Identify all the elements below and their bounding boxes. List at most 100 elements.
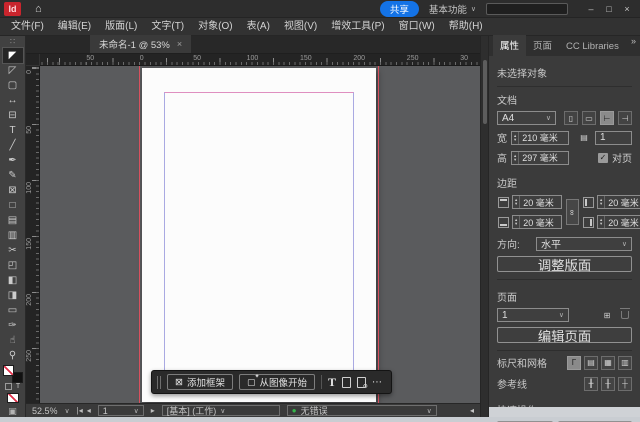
binding-ltr-icon[interactable]: ⊢ xyxy=(600,111,614,125)
smart-guides-icon[interactable]: ┼ xyxy=(618,376,632,391)
show-guides-icon[interactable]: ╂ xyxy=(584,376,598,391)
width-field[interactable]: ▴ ▾ 210 毫米 xyxy=(511,130,569,145)
workspace-switcher[interactable]: 基本功能 ∨ xyxy=(429,2,476,16)
vertical-ruler[interactable]: 0 50 100 150 200 250 xyxy=(26,66,40,403)
margin-bottom-field[interactable]: ▴ ▾ 20 毫米 xyxy=(512,215,562,229)
document-page[interactable] xyxy=(139,66,379,403)
drag-grip-icon[interactable] xyxy=(157,375,161,389)
page-tool[interactable]: ▢ xyxy=(3,78,23,93)
menu-item[interactable]: 编辑(E) xyxy=(51,18,98,36)
zoom-chevron-icon[interactable]: ∨ xyxy=(65,407,70,415)
tab-properties[interactable]: 属性 xyxy=(493,35,527,56)
new-page-button[interactable] xyxy=(342,376,352,388)
tab-pages[interactable]: 页面 xyxy=(526,35,559,56)
search-input[interactable] xyxy=(486,2,568,15)
prev-page-button[interactable]: ◂ xyxy=(87,406,91,415)
line-tool[interactable]: ╱ xyxy=(3,138,23,153)
facing-pages-checkbox[interactable]: ✓ xyxy=(598,152,608,163)
preflight-profile[interactable]: [基本] (工作) ∨ xyxy=(161,405,280,416)
h-scroll-left-icon[interactable]: ◂ xyxy=(470,406,474,415)
gradient-feather-tool[interactable]: ◨ xyxy=(3,288,23,303)
menu-item[interactable]: 表(A) xyxy=(240,18,277,36)
menu-item[interactable]: 帮助(H) xyxy=(442,18,490,36)
tools-collapse-icon[interactable]: ∷ xyxy=(10,36,15,48)
first-page-button[interactable]: |◂ xyxy=(77,406,83,415)
screen-mode-icon[interactable]: ▣ xyxy=(8,406,17,417)
menu-item[interactable]: 文字(T) xyxy=(144,18,191,36)
margin-top-field[interactable]: ▴ ▾ 20 毫米 xyxy=(512,195,562,209)
next-page-button[interactable]: ▸ xyxy=(151,406,155,415)
margin-outside-field[interactable]: ▴ ▾ 20 毫米 xyxy=(597,215,640,229)
menu-item[interactable]: 文件(F) xyxy=(4,18,51,36)
maximize-button[interactable]: □ xyxy=(600,2,618,16)
document-settings-button[interactable]: ⚙ xyxy=(357,376,368,390)
hand-tool[interactable]: ☝ xyxy=(3,333,23,348)
ruler-corner[interactable] xyxy=(26,54,40,66)
minimize-button[interactable]: – xyxy=(582,2,600,16)
orientation-landscape-icon[interactable]: ▭ xyxy=(582,111,596,125)
more-options-button[interactable]: ⋯ xyxy=(372,377,383,388)
zoom-level[interactable]: 52.5% xyxy=(32,406,58,416)
tab-cc-libraries[interactable]: CC Libraries xyxy=(559,38,626,56)
pencil-tool[interactable]: ✎ xyxy=(3,168,23,183)
document-grid-icon[interactable]: ▦ xyxy=(601,355,615,370)
formatting-affects-text-icon[interactable]: T xyxy=(16,383,20,390)
type-tool[interactable]: T xyxy=(3,123,23,138)
menu-item[interactable]: 增效工具(P) xyxy=(324,18,391,36)
rectangle-tool[interactable]: □ xyxy=(3,198,23,213)
edit-pages-button[interactable]: 编辑页面 xyxy=(497,327,632,344)
frame-tool[interactable]: ⊠ xyxy=(3,183,23,198)
binding-rtl-icon[interactable]: ⊣ xyxy=(618,111,632,125)
gradient-tool[interactable]: ◧ xyxy=(3,273,23,288)
preflight-status[interactable]: ● 无错误 ∨ xyxy=(286,405,437,416)
adjust-layout-button[interactable]: 调整版面 xyxy=(497,256,632,273)
horizontal-grid-tool[interactable]: ▤ xyxy=(3,213,23,228)
scrollbar-thumb[interactable] xyxy=(483,60,487,124)
add-frame-button[interactable]: ⊠ 添加框架 xyxy=(167,374,233,390)
panel-collapse-icon[interactable]: » xyxy=(631,36,636,46)
link-margins-icon[interactable]: ∞ xyxy=(565,199,579,225)
content-collector-tool[interactable]: ⊟ xyxy=(3,108,23,123)
gap-tool[interactable]: ↔ xyxy=(3,93,23,108)
scissors-tool[interactable]: ✂ xyxy=(3,243,23,258)
document-tab[interactable]: 未命名-1 @ 53% × xyxy=(90,35,192,53)
type-tool-button[interactable]: T xyxy=(328,375,336,390)
margin-inside-field[interactable]: ▴ ▾ 20 毫米 xyxy=(597,195,640,209)
direction-select[interactable]: 水平 ∨ xyxy=(536,236,632,251)
lock-guides-icon[interactable]: ╫ xyxy=(601,376,615,391)
baseline-grid-icon[interactable]: ▤ xyxy=(584,355,598,370)
horizontal-ruler[interactable]: 05005010015020025030 xyxy=(40,54,480,66)
height-field[interactable]: ▴ ▾ 297 毫米 xyxy=(511,150,569,165)
add-page-icon[interactable]: ⊞ xyxy=(600,308,614,322)
show-rulers-icon[interactable]: Γ xyxy=(567,355,581,370)
vertical-scrollbar[interactable] xyxy=(480,36,488,417)
page-count-field[interactable]: 1 xyxy=(595,130,632,145)
close-button[interactable]: × xyxy=(618,2,636,16)
page-number-field[interactable]: 1 ∨ xyxy=(97,405,144,416)
free-transform-tool[interactable]: ◰ xyxy=(3,258,23,273)
note-tool[interactable]: ▭ xyxy=(3,303,23,318)
orientation-portrait-icon[interactable]: ▯ xyxy=(564,111,578,125)
current-page-select[interactable]: 1 ∨ xyxy=(497,308,569,322)
fill-swatch-none[interactable] xyxy=(2,365,14,376)
home-icon[interactable]: ⌂ xyxy=(35,3,42,15)
menu-item[interactable]: 版面(L) xyxy=(98,18,144,36)
direct-selection-tool[interactable]: ◸ xyxy=(3,63,23,78)
page-size-select[interactable]: A4 ∨ xyxy=(497,111,556,125)
pen-tool[interactable]: ✒ xyxy=(3,153,23,168)
pasteboard[interactable] xyxy=(40,66,480,403)
menu-item[interactable]: 视图(V) xyxy=(277,18,324,36)
selection-tool[interactable]: ◤ xyxy=(1,47,24,64)
start-from-image-button[interactable]: ▢ ✦ 从图像开始 xyxy=(238,374,316,390)
frame-grid-icon[interactable]: ▥ xyxy=(618,355,632,370)
delete-page-icon[interactable] xyxy=(618,308,632,322)
apply-none-swatch[interactable] xyxy=(6,392,19,403)
share-button[interactable]: 共享 xyxy=(379,0,419,17)
menu-item[interactable]: 对象(O) xyxy=(191,18,239,36)
formatting-affects-container-icon[interactable] xyxy=(4,383,12,391)
vertical-grid-tool[interactable]: ▥ xyxy=(3,228,23,243)
eyedropper-tool[interactable]: ✑ xyxy=(3,318,23,333)
tab-close-icon[interactable]: × xyxy=(177,39,182,49)
menu-item[interactable]: 窗口(W) xyxy=(392,18,442,36)
fill-stroke-swatches[interactable] xyxy=(2,365,23,383)
